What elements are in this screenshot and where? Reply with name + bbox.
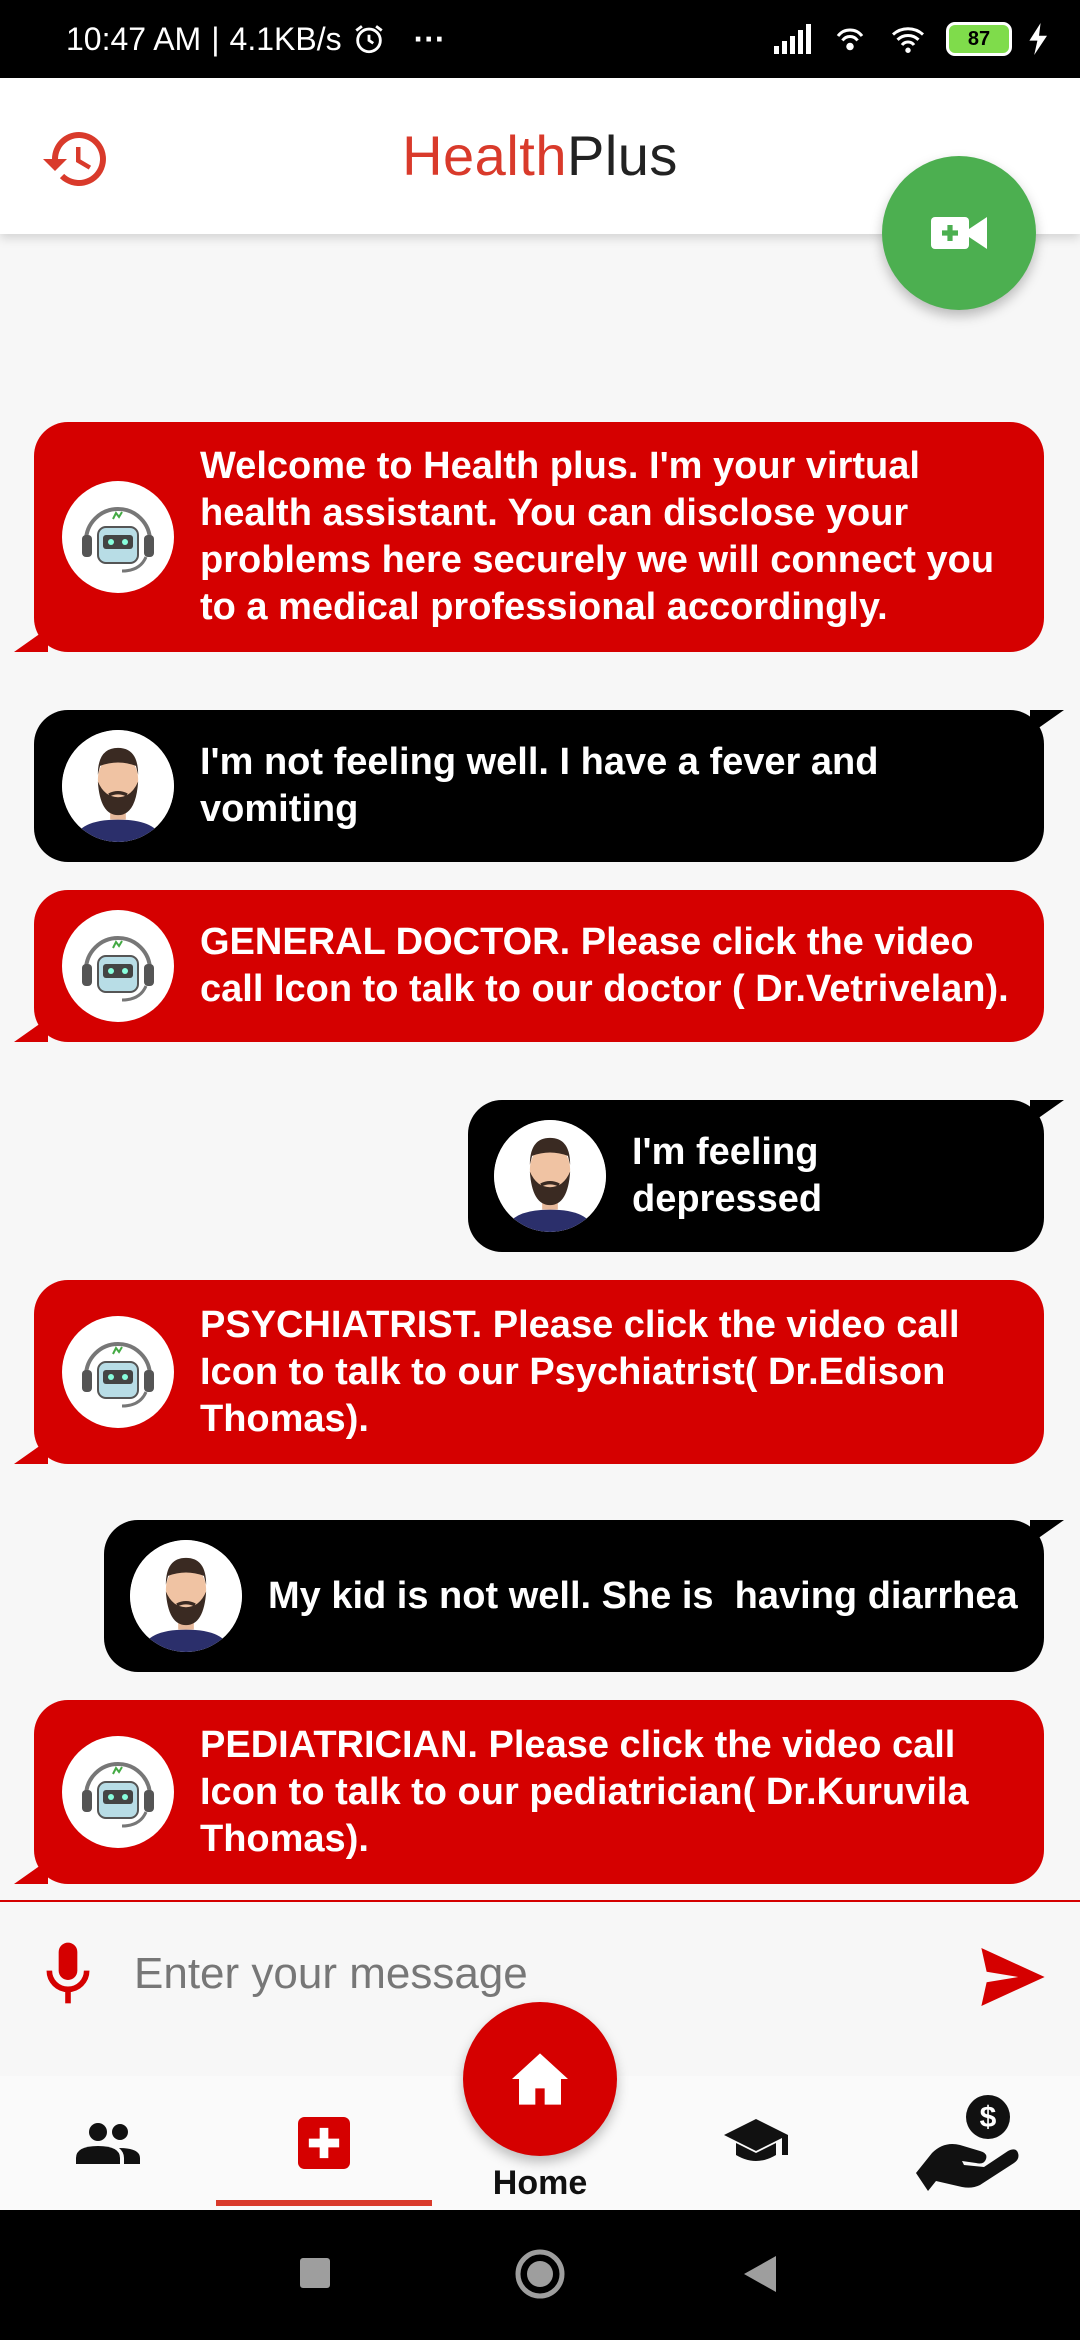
user-avatar [130,1540,242,1652]
robot-avatar-icon [70,1744,166,1840]
bubble-tail [14,1860,48,1884]
bearded-man-avatar-icon [62,730,174,842]
robot-avatar-icon [70,1324,166,1420]
chat-message-bot: GENERAL DOCTOR. Please click the video c… [14,890,1044,1042]
bubble-tail [14,628,48,652]
signal-icon [774,24,811,54]
home-icon [512,2053,568,2105]
status-time: 10:47 AM [66,20,202,57]
send-icon[interactable] [980,1948,1046,2006]
home-system-icon[interactable] [514,2248,566,2300]
hotspot-icon [836,28,864,51]
nav-item-finance[interactable]: $ [864,2076,1080,2210]
recents-icon[interactable] [298,2256,332,2290]
message-text: GENERAL DOCTOR. Please click the video c… [200,921,1009,1010]
nav-item-health[interactable] [216,2076,432,2210]
nav-item-education[interactable] [648,2076,864,2210]
message-text: I'm not feeling well. I have a fever and… [200,741,879,830]
status-speed: 4.1KB/s [229,20,342,57]
wifi-icon [892,27,924,53]
message-text: PSYCHIATRIST. Please click the video cal… [200,1303,960,1440]
chat-message-bot: PSYCHIATRIST. Please click the video cal… [14,1280,1044,1464]
video-call-add-icon [931,217,987,249]
bot-avatar [62,1736,174,1848]
people-icon [76,2123,140,2164]
bubble-tail [1030,1100,1064,1124]
bot-avatar [62,1316,174,1428]
charging-icon [1029,23,1047,55]
bubble-tail [14,1440,48,1464]
status-divider: | [211,20,220,57]
message-text: I'm feeling depressed [632,1131,823,1220]
message-text: My kid is not well. She is having diarrh… [268,1574,1018,1617]
bubble-tail [1030,710,1064,734]
medical-cross-icon [298,2117,350,2169]
chat-message-bot: Welcome to Health plus. I'm your virtual… [14,422,1044,652]
app-title-health: Health [402,124,567,187]
message-text: Welcome to Health plus. I'm your virtual… [200,445,995,628]
system-nav-bar [0,2210,1080,2340]
video-call-button[interactable] [882,156,1036,310]
status-right: 87 [772,21,1050,57]
bearded-man-avatar-icon [494,1120,606,1232]
bearded-man-avatar-icon [130,1540,242,1652]
svg-text:$: $ [980,2101,997,2134]
battery-icon: 87 [946,22,1012,56]
alarm-icon [354,25,383,54]
robot-avatar-icon [70,918,166,1014]
message-text: PEDIATRICIAN. Please click the video cal… [200,1723,969,1860]
graduation-cap-icon [724,2119,788,2161]
bubble-tail [14,1018,48,1042]
bot-avatar [62,910,174,1022]
home-button[interactable] [463,2002,617,2156]
status-bar: 10:47 AM | 4.1KB/s ··· 87 [0,0,1080,78]
bubble-tail [1030,1520,1064,1544]
nav-active-indicator [216,2200,432,2206]
status-left: 10:47 AM | 4.1KB/s ··· [66,21,446,58]
bot-avatar [62,481,174,593]
chat-message-bot: PEDIATRICIAN. Please click the video cal… [14,1700,1044,1884]
robot-avatar-icon [70,489,166,585]
back-icon[interactable] [742,2254,778,2294]
home-label: Home [492,2164,588,2202]
status-more: ··· [413,20,446,57]
user-avatar [494,1120,606,1232]
mic-icon[interactable] [40,1940,96,2006]
hand-money-icon: $ [916,2095,1019,2191]
chat-message-user: I'm feeling depressed [468,1100,1064,1252]
nav-item-community[interactable] [0,2076,216,2210]
chat-message-user: I'm not feeling well. I have a fever and… [34,710,1064,862]
user-avatar [62,730,174,842]
app-title-plus: Plus [566,124,678,187]
chat-message-user: My kid is not well. She is having diarrh… [104,1520,1064,1672]
